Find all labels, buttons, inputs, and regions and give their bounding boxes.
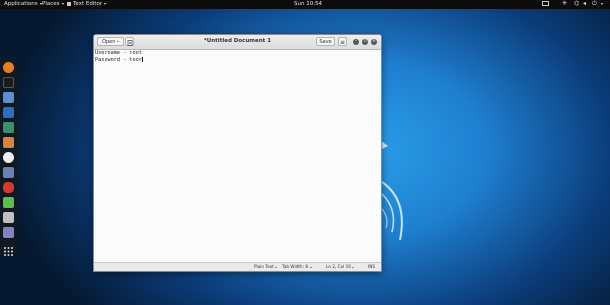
editor-line-with-cursor: Password - toor [94,56,381,64]
language-label: Plain Text [254,264,274,269]
maltego-icon[interactable] [3,152,14,163]
top-bar: Applications Places Text Editor Sun 10:5… [0,0,610,9]
save-label: Save [319,39,332,45]
save-button[interactable]: Save [316,37,335,46]
chevron-down-icon [104,2,107,5]
maximize-button[interactable]: ▫ [362,39,368,45]
tab-width-selector[interactable]: Tab Width: 8 [282,264,312,270]
cursor-position[interactable]: Ln 2, Col 16 [326,264,355,270]
header-bar: Open *Untitled Document 1 Save ≡ – ▫ × [94,35,381,50]
text-cursor [141,56,143,62]
chevron-down-icon [352,266,355,268]
chevron-down-icon [61,2,64,5]
text-editor-area[interactable]: Username - root Password - toor [94,50,381,262]
volume-icon[interactable]: ◂ [583,1,586,7]
tab-width-label: Tab Width: 8 [282,264,308,269]
places-menu[interactable]: Places [42,1,64,8]
places-label: Places [42,1,60,7]
clock[interactable]: Sun 10:54 [294,1,322,8]
burpsuite-icon[interactable] [3,137,14,148]
minimize-icon: – [354,39,358,44]
chevron-down-icon [275,266,278,268]
metasploit-icon[interactable] [3,107,14,118]
editor-line: Password - toor [95,56,142,63]
language-selector[interactable]: Plain Text [254,264,278,270]
beef-icon[interactable] [3,182,14,193]
app-menu-label: Text Editor [73,1,103,7]
insert-mode: INS [368,264,376,269]
system-menu-chevron-icon[interactable] [601,1,603,7]
applications-menu[interactable]: Applications [4,1,42,8]
status-bar: Plain Text Tab Width: 8 Ln 2, Col 16 INS [94,262,381,271]
app-menu[interactable]: Text Editor [67,1,107,8]
dock [0,60,17,256]
armitage-icon[interactable] [3,122,14,133]
terminal-icon[interactable] [3,77,14,88]
app-menu-icon [67,1,71,6]
network-icon[interactable]: ⌬ [574,1,579,7]
minimize-button[interactable]: – [353,39,359,45]
firefox-icon[interactable] [3,62,14,73]
cherrytree-icon[interactable] [3,212,14,223]
chevron-down-icon [309,266,312,268]
screenshot-icon[interactable] [3,227,14,238]
close-icon: × [372,39,376,44]
accessibility-icon[interactable]: ✳ [562,1,567,7]
faraday-icon[interactable] [3,167,14,178]
hamburger-menu-icon: ≡ [339,39,346,46]
text-editor-window: Open *Untitled Document 1 Save ≡ – ▫ × U… [93,34,382,272]
leafpad-icon[interactable] [3,197,14,208]
cursor-position-label: Ln 2, Col 16 [326,264,351,269]
applications-label: Applications [4,1,38,7]
power-icon[interactable]: ⏻ [592,1,597,7]
files-icon[interactable] [3,92,14,103]
menu-button[interactable]: ≡ [338,37,347,46]
close-button[interactable]: × [371,39,377,45]
maximize-icon: ▫ [363,39,367,44]
app-grid-icon[interactable] [3,242,14,256]
workspace-icon[interactable] [542,1,549,6]
